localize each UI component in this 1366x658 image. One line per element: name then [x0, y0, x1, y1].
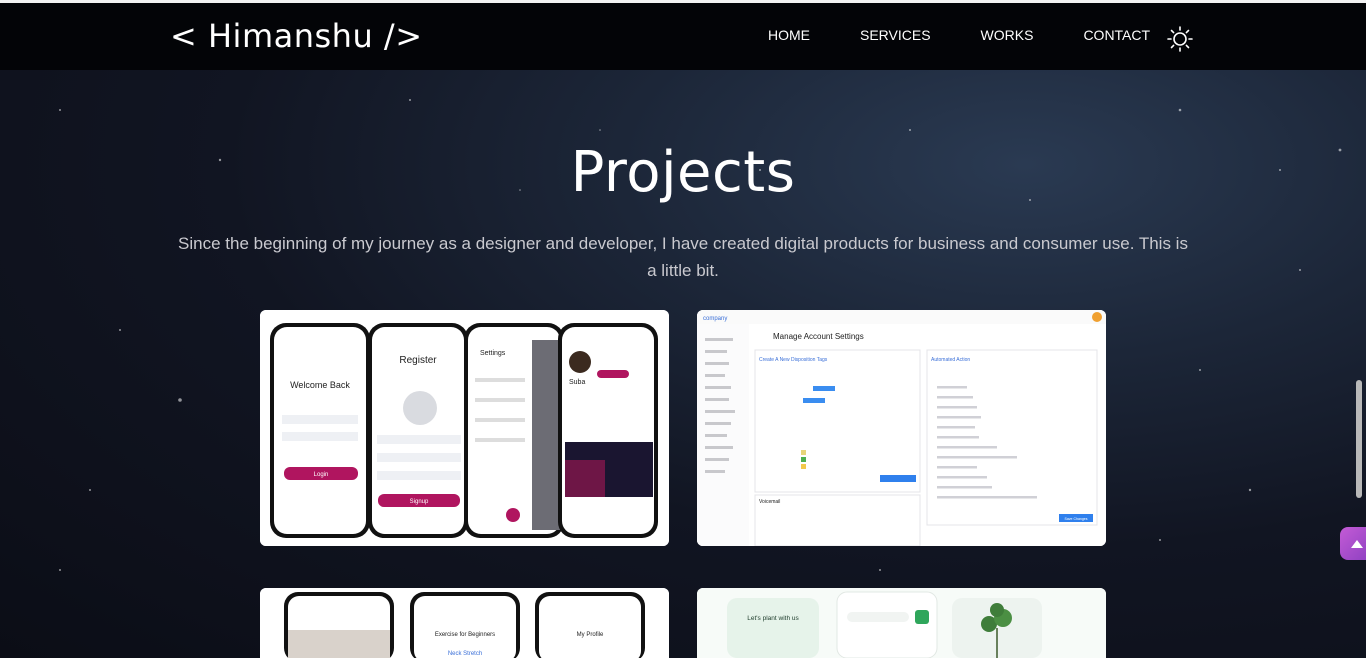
site-logo[interactable]: < Himanshu /> [170, 17, 423, 55]
plant-headline: Let's plant with us [747, 615, 799, 622]
page-scrollbar[interactable] [1356, 380, 1362, 498]
arrow-up-icon [1351, 539, 1363, 548]
sun-icon[interactable] [1166, 25, 1194, 53]
project-thumbnail: Welcome Back Login Register Signup Setti… [260, 310, 669, 546]
panel-automated-action: Automated Action [931, 357, 970, 363]
nav-services[interactable]: SERVICES [860, 27, 931, 43]
project-card-mobile-auth[interactable]: Welcome Back Login Register Signup Setti… [260, 310, 669, 546]
site-header: < Himanshu /> HOME SERVICES WORKS CONTAC… [0, 3, 1366, 70]
section-title: Projects [570, 140, 796, 205]
screen-exercise: Exercise for Beginners [435, 632, 495, 638]
login-button: Login [314, 472, 329, 478]
project-thumbnail: company Manage Account Settings Create A… [697, 310, 1106, 546]
project-card-plant[interactable]: Let's plant with us [697, 588, 1106, 658]
dashboard-brand: company [703, 316, 727, 322]
screen-welcome-back: Welcome Back [290, 380, 350, 390]
screen-profile-suba: Suba [569, 379, 585, 386]
section-subtitle: Since the beginning of my journey as a d… [178, 234, 1188, 280]
signup-button: Signup [410, 499, 429, 505]
save-changes-button: Save Changes [1065, 517, 1088, 521]
nav-works[interactable]: WORKS [981, 27, 1034, 43]
main-nav: HOME SERVICES WORKS CONTACT [768, 27, 1200, 43]
project-thumbnail: Let's plant with us [697, 588, 1106, 658]
scroll-to-top-button[interactable] [1340, 527, 1366, 560]
nav-home[interactable]: HOME [768, 27, 810, 43]
panel-voicemail: Voicemail [759, 499, 780, 505]
screen-settings: Settings [480, 350, 506, 357]
screen-register: Register [399, 355, 437, 366]
nav-contact[interactable]: CONTACT [1083, 27, 1150, 43]
screen-my-profile: My Profile [577, 632, 604, 638]
project-thumbnail: Exercise for Beginners Neck Stretch My P… [260, 588, 669, 658]
screen-neck-stretch: Neck Stretch [448, 651, 482, 657]
dashboard-title: Manage Account Settings [773, 332, 864, 341]
project-card-fitness[interactable]: Exercise for Beginners Neck Stretch My P… [260, 588, 669, 658]
project-card-dashboard[interactable]: company Manage Account Settings Create A… [697, 310, 1106, 546]
panel-disposition-tags: Create A New Disposition Tags [759, 357, 828, 363]
